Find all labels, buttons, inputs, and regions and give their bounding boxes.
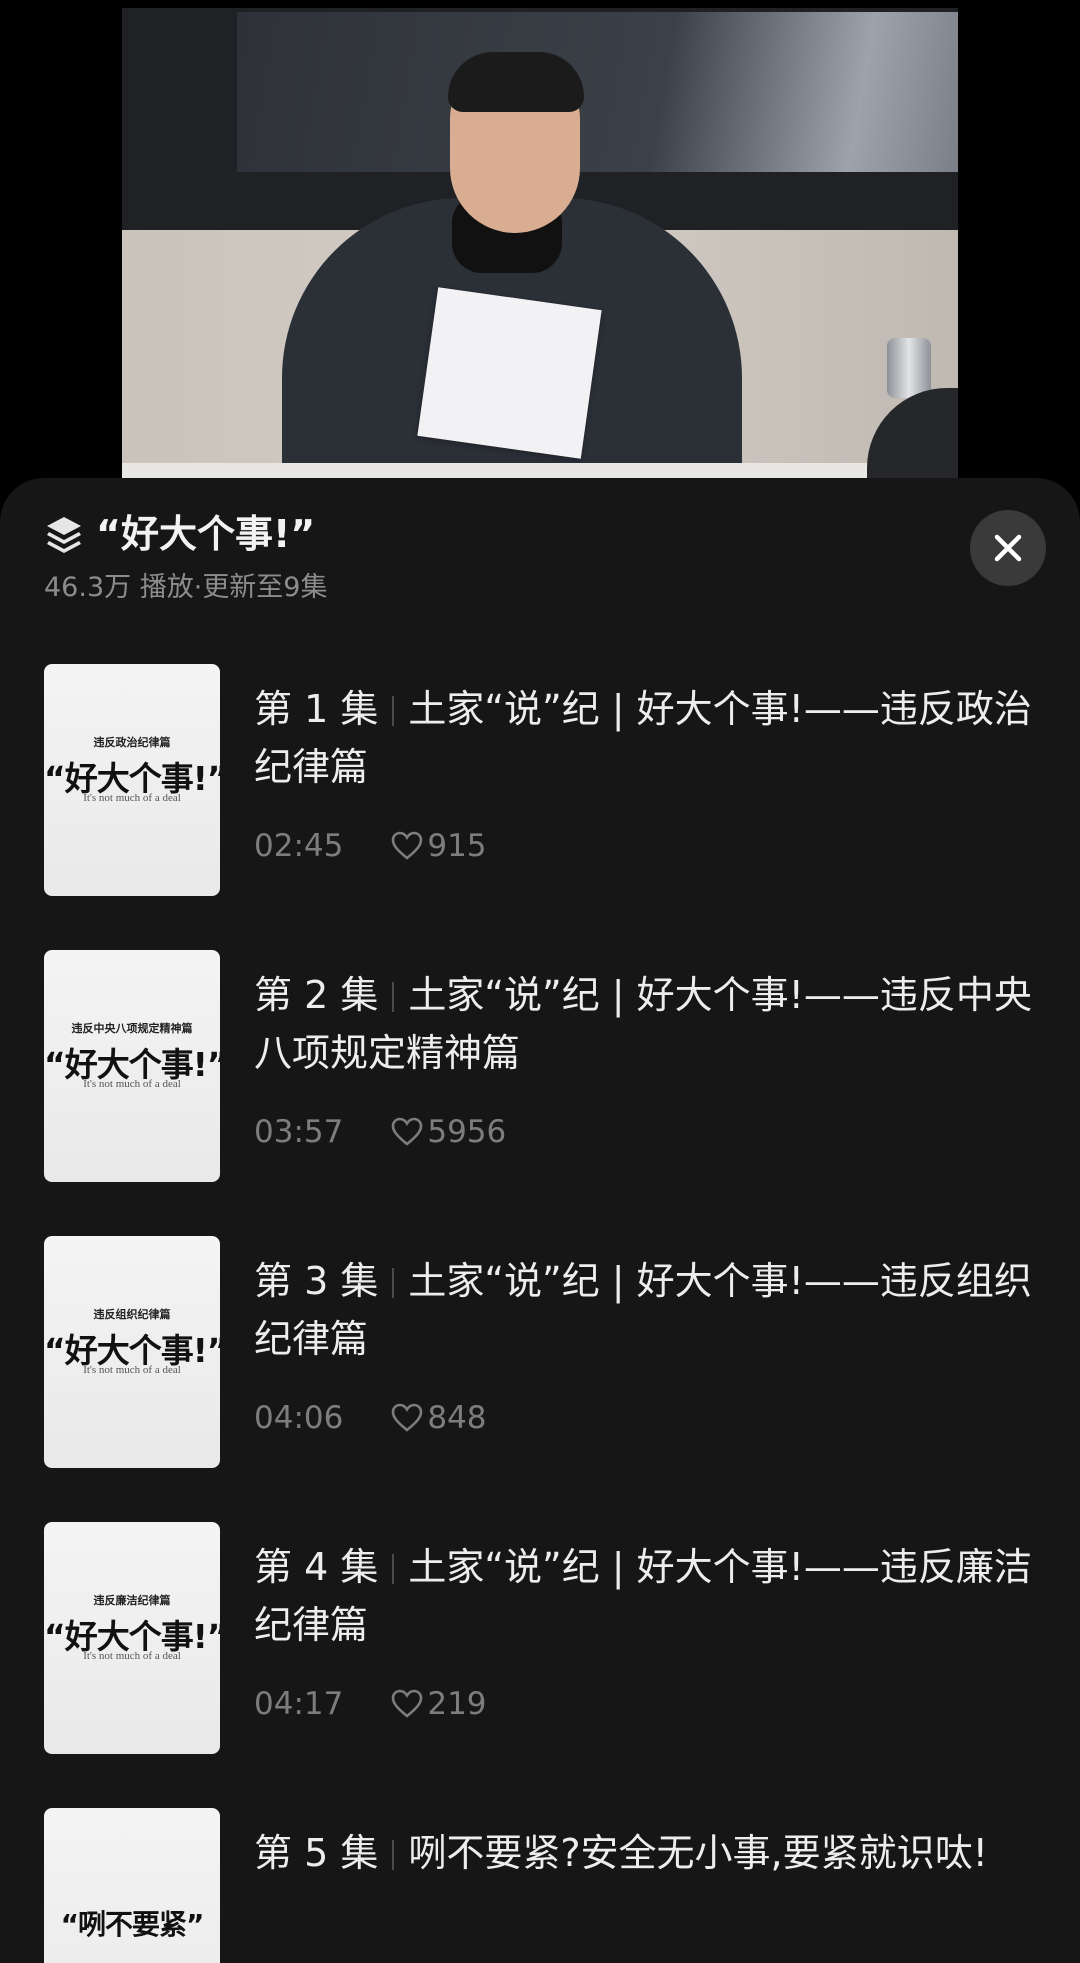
episode-stats: 02:45 915 <box>254 826 487 866</box>
play-count: 46.3万 <box>44 572 132 603</box>
playlist-title: “好大个事!” <box>96 512 316 556</box>
update-status: 更新至9集 <box>202 572 328 603</box>
playlist-header: “好大个事!” 46.3万 播放·更新至9集 <box>0 478 1080 618</box>
episode-number: 第 5 集 <box>254 1831 379 1875</box>
heart-icon <box>392 1117 423 1146</box>
person-hair <box>448 52 584 112</box>
episode-item-2[interactable]: 违反中央八项规定精神篇 “好大个事!” It's not much of a d… <box>0 950 1080 1182</box>
close-icon <box>994 534 1022 562</box>
episode-item-1[interactable]: 违反政治纪律篇 “好大个事!” It's not much of a deal … <box>0 664 1080 896</box>
episode-number: 第 2 集 <box>254 973 379 1017</box>
episode-stats: 03:57 5956 <box>254 1112 506 1152</box>
episode-likes: 915 <box>427 828 487 864</box>
episode-name: 咧不要紧?安全无小事,要紧就识呔! <box>408 1831 988 1875</box>
episode-thumbnail[interactable]: 违反中央八项规定精神篇 “好大个事!” It's not much of a d… <box>44 950 220 1182</box>
episode-duration: 02:45 <box>254 828 344 864</box>
heart-icon <box>392 1403 423 1432</box>
episode-duration: 04:17 <box>254 1686 344 1722</box>
episode-likes: 848 <box>427 1400 487 1436</box>
episode-stats: 04:06 848 <box>254 1398 487 1438</box>
playlist-sheet: “好大个事!” 46.3万 播放·更新至9集 违反政治纪律篇 “好大个事!” I… <box>0 478 1080 1963</box>
episode-title: 第 4 集土家“说”纪 | 好大个事!——违反廉洁纪律篇 <box>254 1538 1044 1654</box>
episode-duration: 04:06 <box>254 1400 344 1436</box>
bottle <box>887 338 931 398</box>
episode-number: 第 4 集 <box>254 1545 379 1589</box>
episode-title: 第 5 集咧不要紧?安全无小事,要紧就识呔! <box>254 1824 1044 1882</box>
video-frame[interactable] <box>122 8 958 480</box>
episode-likes: 5956 <box>427 1114 507 1150</box>
episode-title: 第 2 集土家“说”纪 | 好大个事!——违反中央八项规定精神篇 <box>254 966 1044 1082</box>
heart-icon <box>392 831 423 860</box>
layers-icon <box>47 517 81 553</box>
episode-likes: 219 <box>427 1686 487 1722</box>
close-button[interactable] <box>970 510 1046 586</box>
episode-number: 第 1 集 <box>254 687 379 731</box>
paper-document <box>417 287 602 459</box>
episode-thumbnail[interactable]: “咧不要紧” <box>44 1808 220 1963</box>
episode-duration: 03:57 <box>254 1114 344 1150</box>
video-player[interactable] <box>0 0 1080 480</box>
episode-thumbnail[interactable]: 违反廉洁纪律篇 “好大个事!” It's not much of a deal <box>44 1522 220 1754</box>
heart-icon <box>392 1689 423 1718</box>
episode-item-5[interactable]: “咧不要紧” 第 5 集咧不要紧?安全无小事,要紧就识呔! <box>0 1808 1080 1963</box>
episode-title: 第 3 集土家“说”纪 | 好大个事!——违反组织纪律篇 <box>254 1252 1044 1368</box>
episode-number: 第 3 集 <box>254 1259 379 1303</box>
episode-thumbnail[interactable]: 违反政治纪律篇 “好大个事!” It's not much of a deal <box>44 664 220 896</box>
episode-item-3[interactable]: 违反组织纪律篇 “好大个事!” It's not much of a deal … <box>0 1236 1080 1468</box>
episode-item-4[interactable]: 违反廉洁纪律篇 “好大个事!” It's not much of a deal … <box>0 1522 1080 1754</box>
play-label: 播放 <box>139 572 194 603</box>
episode-title: 第 1 集土家“说”纪 | 好大个事!——违反政治纪律篇 <box>254 680 1044 796</box>
episode-thumbnail[interactable]: 违反组织纪律篇 “好大个事!” It's not much of a deal <box>44 1236 220 1468</box>
episode-stats: 04:17 219 <box>254 1684 487 1724</box>
playlist-meta: 46.3万 播放·更新至9集 <box>44 572 328 603</box>
